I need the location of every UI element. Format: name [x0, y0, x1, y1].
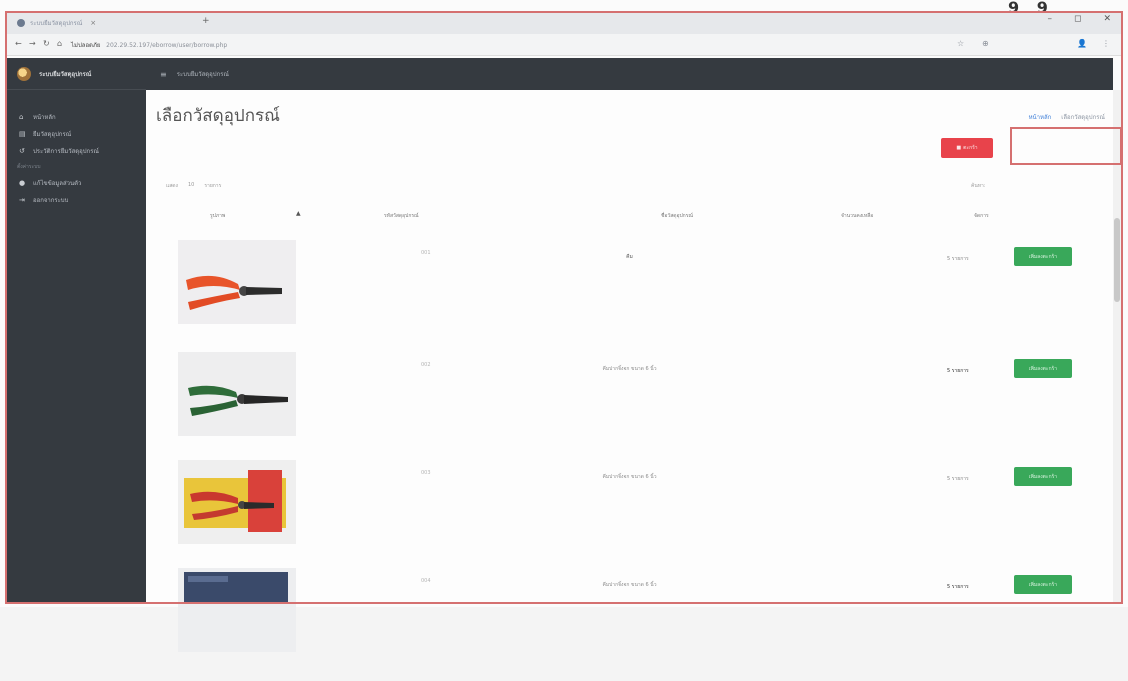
table-row: 001 คีม 5 รายการ เพิ่มลงตะกร้า: [146, 240, 1113, 353]
col-header-image[interactable]: รูปภาพ: [210, 212, 225, 220]
add-to-cart-button[interactable]: เพิ่มลงตะกร้า: [1014, 467, 1072, 486]
add-to-cart-button[interactable]: เพิ่มลงตะกร้า: [1014, 575, 1072, 594]
sidebar: ระบบยืมวัสดุอุปกรณ์ ⌂ หน้าหลัก ▤ ยืมวัสด…: [7, 58, 146, 603]
profile-icon[interactable]: 👤: [1077, 39, 1087, 48]
sidebar-heading: ตั้งค่าระบบ: [17, 163, 41, 170]
cell-stock: 5 รายการ: [947, 256, 969, 262]
sidebar-item-label: หน้าหลัก: [33, 113, 56, 121]
sidebar-item-home[interactable]: ⌂ หน้าหลัก: [7, 108, 146, 125]
list-icon: ▤: [19, 129, 26, 138]
page-title: เลือกวัสดุอุปกรณ์: [156, 106, 280, 126]
col-header-code[interactable]: รหัสวัสดุอุปกรณ์: [384, 212, 419, 220]
add-to-cart-button[interactable]: เพิ่มลงตะกร้า: [1014, 359, 1072, 378]
entries-label: รายการ: [204, 183, 222, 189]
sidebar-item-borrow[interactable]: ▤ ยืมวัสดุอุปกรณ์: [7, 125, 146, 142]
hamburger-menu-icon[interactable]: ≡: [160, 70, 167, 79]
sidebar-item-label: ออกจากระบบ: [33, 196, 69, 204]
url-field[interactable]: ไม่ปลอดภัย 202.29.52.197/eborrow/user/bo…: [71, 40, 227, 50]
security-label: ไม่ปลอดภัย: [71, 42, 101, 49]
close-window-icon[interactable]: ✕: [1103, 14, 1111, 24]
sort-asc-icon[interactable]: ▲: [296, 210, 301, 217]
favicon-icon: [17, 19, 25, 27]
extension-icon[interactable]: ⊕: [982, 39, 989, 48]
window-controls: – ◻ ✕: [1047, 14, 1111, 24]
cart-icon: ■: [956, 145, 962, 151]
sidebar-item-history[interactable]: ↺ ประวัติการยืมวัสดุอุปกรณ์: [7, 142, 146, 159]
add-to-cart-button[interactable]: เพิ่มลงตะกร้า: [1014, 247, 1072, 266]
restore-icon[interactable]: ◻: [1074, 14, 1081, 24]
browser-tab[interactable]: ระบบยืมวัสดุอุปกรณ์ ×: [17, 14, 217, 32]
bookmark-star-icon[interactable]: ☆: [957, 39, 964, 48]
sidebar-brand[interactable]: ระบบยืมวัสดุอุปกรณ์: [7, 58, 146, 90]
sidebar-item-profile[interactable]: ● แก้ไขข้อมูลส่วนตัว: [7, 174, 146, 191]
home-icon: ⌂: [19, 112, 24, 121]
logo-icon: [17, 66, 31, 81]
top-navbar: ≡ ระบบยืมวัสดุอุปกรณ์: [146, 58, 1113, 90]
show-entries-control: แสดง 10 รายการ: [166, 182, 221, 190]
back-icon[interactable]: ←: [15, 39, 22, 48]
screenshot-frame: 9 9 ระบบยืมวัสดุอุปกรณ์ × + – ◻ ✕ ← → ↻ …: [0, 0, 1128, 652]
cell-stock: 5 รายการ: [947, 476, 969, 482]
table-row: 004 คีมปากจิ้งจก ขนาด 6 นิ้ว 5 รายการ เพ…: [146, 568, 1113, 681]
sidebar-item-logout[interactable]: ⇥ ออกจากระบบ: [7, 191, 146, 208]
breadcrumb: หน้าหลัก เลือกวัสดุอุปกรณ์: [1029, 112, 1105, 122]
col-header-actions[interactable]: จัดการ: [974, 212, 989, 220]
sidebar-item-label: แก้ไขข้อมูลส่วนตัว: [33, 179, 82, 187]
tab-close-icon[interactable]: ×: [90, 19, 96, 27]
cart-button[interactable]: ■ ตะกร้า: [941, 138, 993, 158]
cart-button-label: ตะกร้า: [963, 145, 978, 151]
table-row: 002 คีมปากจิ้งจก ขนาด 6 นิ้ว 5 รายการ เพ…: [146, 352, 1113, 465]
browser-address-bar: ← → ↻ ⌂ ไม่ปลอดภัย 202.29.52.197/eborrow…: [7, 34, 1121, 56]
breadcrumb-home-link[interactable]: หน้าหลัก: [1029, 112, 1052, 122]
sidebar-item-label: ประวัติการยืมวัสดุอุปกรณ์: [33, 147, 99, 155]
home-nav-icon[interactable]: ⌂: [57, 39, 62, 48]
col-header-stock[interactable]: จำนวนคงเหลือ: [841, 212, 873, 220]
logout-icon: ⇥: [19, 195, 25, 204]
search-label: ค้นหา:: [971, 183, 986, 189]
reload-icon[interactable]: ↻: [43, 39, 50, 48]
user-icon: ●: [19, 178, 26, 187]
sidebar-menu: ⌂ หน้าหลัก ▤ ยืมวัสดุอุปกรณ์ ↺ ประวัติกา…: [7, 90, 146, 208]
table-row: 003 คีมปากจิ้งจก ขนาด 6 นิ้ว 5 รายการ เพ…: [146, 460, 1113, 573]
entries-select[interactable]: 10: [188, 182, 194, 190]
navbar-title: ระบบยืมวัสดุอุปกรณ์: [176, 71, 229, 78]
browser-tab-bar: ระบบยืมวัสดุอุปกรณ์ × + – ◻ ✕: [7, 12, 1121, 34]
tab-title: ระบบยืมวัสดุอุปกรณ์: [30, 20, 83, 27]
scrollbar-thumb[interactable]: [1114, 218, 1120, 302]
table-header: รูปภาพ ▲ รหัสวัสดุอุปกรณ์ ชื่อวัสดุอุปกร…: [146, 210, 1113, 224]
col-header-name[interactable]: ชื่อวัสดุอุปกรณ์: [661, 212, 693, 220]
main-content: เลือกวัสดุอุปกรณ์ หน้าหลัก เลือกวัสดุอุป…: [146, 90, 1113, 652]
page-scrollbar[interactable]: [1113, 90, 1121, 603]
show-label: แสดง: [166, 183, 178, 189]
browser-menu-icon[interactable]: ⋮: [1102, 39, 1110, 48]
history-icon: ↺: [19, 146, 25, 155]
sidebar-item-label: ยืมวัสดุอุปกรณ์: [33, 130, 72, 138]
forward-icon[interactable]: →: [29, 39, 36, 48]
app-name: ระบบยืมวัสดุอุปกรณ์: [39, 70, 92, 78]
cell-stock: 5 รายการ: [947, 584, 969, 590]
new-tab-icon[interactable]: +: [202, 16, 210, 26]
cell-stock: 5 รายการ: [947, 368, 969, 374]
breadcrumb-current: เลือกวัสดุอุปกรณ์: [1061, 114, 1105, 121]
minimize-icon[interactable]: –: [1047, 14, 1052, 24]
url-text: 202.29.52.197/eborrow/user/borrow.php: [106, 42, 228, 49]
